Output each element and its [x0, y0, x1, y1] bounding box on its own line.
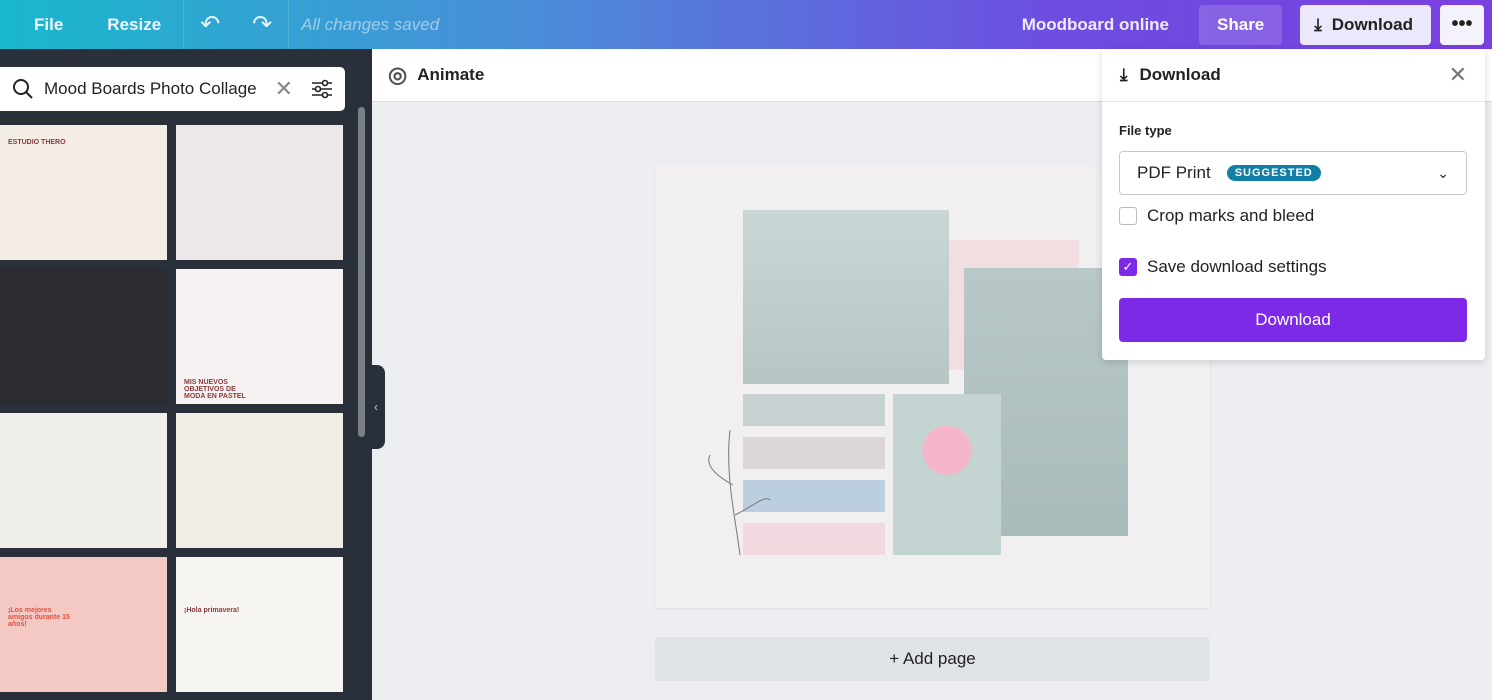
download-button[interactable]: ⤓ Download: [1300, 4, 1431, 45]
template-text: ESTUDIO THERO: [8, 139, 66, 146]
template-thumbnail[interactable]: [0, 269, 167, 404]
leaf-illustration: [708, 429, 771, 555]
design-title[interactable]: Moodboard online: [1022, 15, 1169, 35]
swatch-grey[interactable]: [743, 394, 885, 426]
redo-icon[interactable]: ↷: [236, 10, 288, 39]
top-bar: File Resize ↶ ↷ All changes saved Moodbo…: [0, 0, 1492, 49]
share-button[interactable]: Share: [1199, 4, 1283, 45]
panel-title: Download: [1139, 65, 1221, 84]
animate-button[interactable]: Animate: [417, 65, 484, 85]
template-thumbnail[interactable]: MIS NUEVOS OBJETIVOS DE MODA EN PASTEL: [176, 269, 343, 404]
collapse-sidebar-button[interactable]: ‹: [367, 365, 385, 449]
template-text: MIS NUEVOS OBJETIVOS DE MODA EN PASTEL: [184, 379, 246, 400]
filter-icon[interactable]: [311, 79, 333, 99]
chevron-down-icon: ⌄: [1437, 164, 1449, 181]
photo-woman-sitting[interactable]: [743, 210, 949, 384]
templates-sidebar: Mood Boards Photo Collage ✕ ESTUDIO THER…: [0, 49, 385, 700]
crop-marks-option[interactable]: Crop marks and bleed: [1119, 206, 1314, 226]
save-settings-checkbox[interactable]: ✓: [1119, 258, 1137, 276]
search-value: Mood Boards Photo Collage: [44, 79, 257, 98]
file-type-value: PDF Print: [1137, 163, 1211, 182]
suggested-badge: SUGGESTED: [1226, 165, 1321, 181]
clear-search-icon[interactable]: ✕: [275, 76, 293, 102]
close-icon[interactable]: ✕: [1449, 62, 1467, 88]
sidebar-scrollbar[interactable]: [358, 107, 365, 437]
template-text: ¡Hola primavera!: [184, 607, 240, 614]
template-thumbnail[interactable]: ESTUDIO THERO: [0, 125, 167, 260]
add-page-button[interactable]: + Add page: [655, 637, 1210, 681]
download-icon: ⤓: [1314, 14, 1322, 34]
file-type-select[interactable]: PDF Print SUGGESTED ⌄: [1119, 151, 1467, 195]
crop-marks-checkbox[interactable]: [1119, 207, 1137, 225]
download-icon: ⤓: [1120, 65, 1128, 84]
undo-icon[interactable]: ↶: [184, 10, 236, 39]
search-icon: [13, 79, 33, 99]
divider: [288, 0, 290, 49]
template-thumbnail[interactable]: [176, 413, 343, 548]
save-settings-option[interactable]: ✓ Save download settings: [1119, 257, 1327, 277]
save-settings-label: Save download settings: [1147, 257, 1327, 276]
photo-cotton-candy[interactable]: [893, 394, 1001, 555]
download-panel: ⤓ Download ✕ File type PDF Print SUGGEST…: [1102, 49, 1485, 360]
template-text: ¡Los mejores amigos durante 15 años!: [8, 607, 70, 628]
template-thumbnail[interactable]: ¡Los mejores amigos durante 15 años!: [0, 557, 167, 692]
panel-header: ⤓ Download ✕: [1102, 49, 1485, 102]
template-thumbnail[interactable]: [176, 125, 343, 260]
template-thumbnail[interactable]: ¡Hola primavera!: [176, 557, 343, 692]
animate-icon[interactable]: ◎: [388, 62, 407, 88]
template-thumbnail[interactable]: [0, 413, 167, 548]
resize-button[interactable]: Resize: [85, 15, 183, 35]
file-type-label: File type: [1119, 123, 1172, 138]
file-menu-button[interactable]: File: [0, 15, 85, 35]
crop-marks-label: Crop marks and bleed: [1147, 206, 1315, 225]
save-status: All changes saved: [301, 14, 440, 34]
search-input[interactable]: Mood Boards Photo Collage ✕: [0, 67, 345, 111]
panel-download-button[interactable]: Download: [1119, 298, 1467, 342]
more-options-button[interactable]: •••: [1440, 4, 1484, 45]
download-label: Download: [1331, 14, 1413, 34]
